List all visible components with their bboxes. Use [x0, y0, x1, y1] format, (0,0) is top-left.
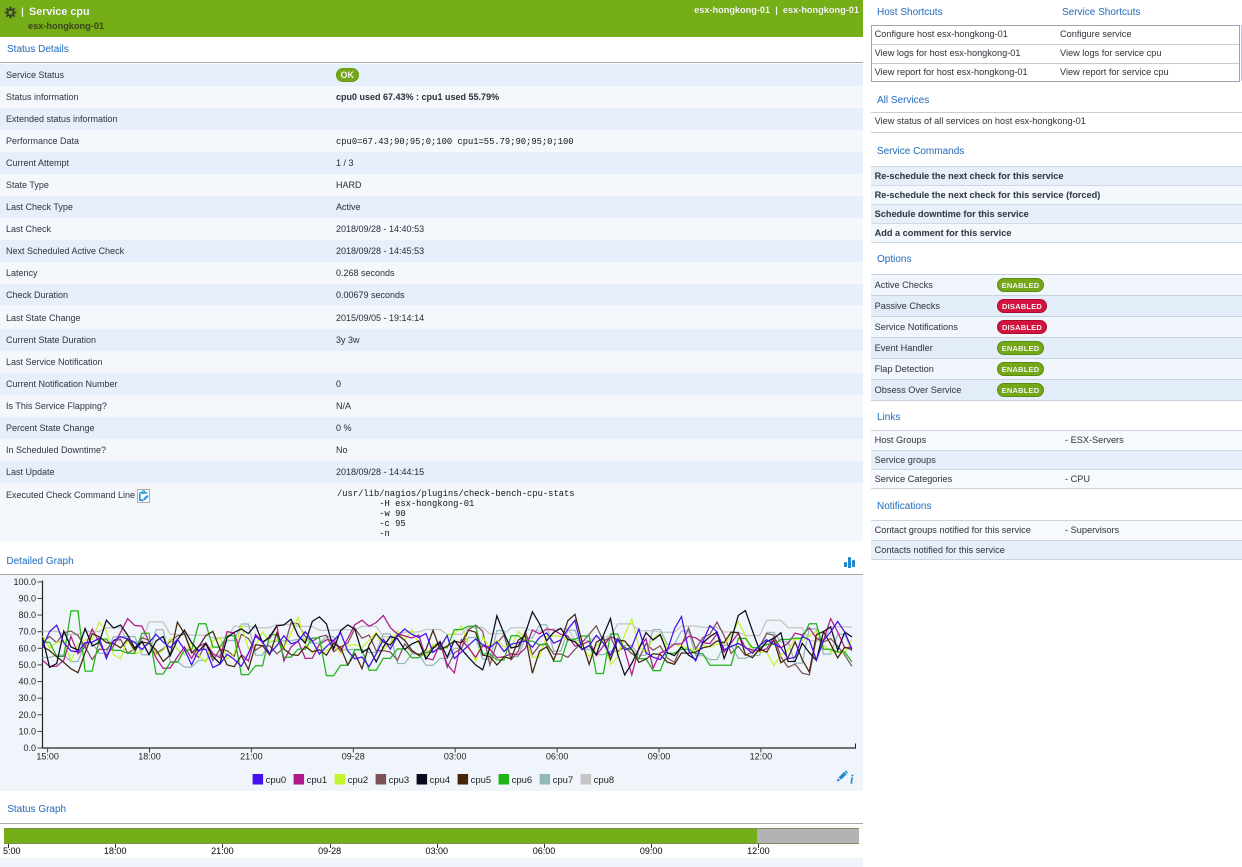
svg-text:21:00: 21:00	[240, 752, 263, 762]
svg-text:70.0: 70.0	[18, 627, 36, 637]
svg-text:cpu1: cpu1	[307, 775, 328, 786]
svg-text:09:00: 09:00	[648, 752, 671, 762]
svg-text:100.0: 100.0	[13, 577, 36, 587]
svg-text:90.0: 90.0	[18, 594, 36, 604]
svg-text:09-28: 09-28	[342, 752, 365, 762]
svg-text:cpu5: cpu5	[471, 775, 492, 786]
svg-text:10.0: 10.0	[18, 726, 36, 736]
svg-text:cpu7: cpu7	[553, 775, 574, 786]
svg-text:50.0: 50.0	[18, 660, 36, 670]
svg-text:15:00: 15:00	[36, 752, 59, 762]
svg-text:03:00: 03:00	[444, 752, 467, 762]
svg-text:cpu8: cpu8	[594, 775, 615, 786]
svg-text:cpu0: cpu0	[266, 775, 287, 786]
svg-text:cpu6: cpu6	[512, 775, 533, 786]
svg-text:18:00: 18:00	[138, 752, 161, 762]
svg-text:cpu2: cpu2	[348, 775, 369, 786]
svg-text:i: i	[850, 773, 854, 787]
svg-text:cpu3: cpu3	[389, 775, 410, 786]
svg-text:40.0: 40.0	[18, 677, 36, 687]
svg-text:20.0: 20.0	[18, 710, 36, 720]
svg-text:cpu4: cpu4	[430, 775, 451, 786]
svg-text:80.0: 80.0	[18, 610, 36, 620]
svg-text:06:00: 06:00	[546, 752, 569, 762]
svg-text:60.0: 60.0	[18, 643, 36, 653]
svg-text:0.0: 0.0	[23, 743, 36, 753]
svg-text:30.0: 30.0	[18, 693, 36, 703]
svg-text:12:00: 12:00	[750, 752, 773, 762]
